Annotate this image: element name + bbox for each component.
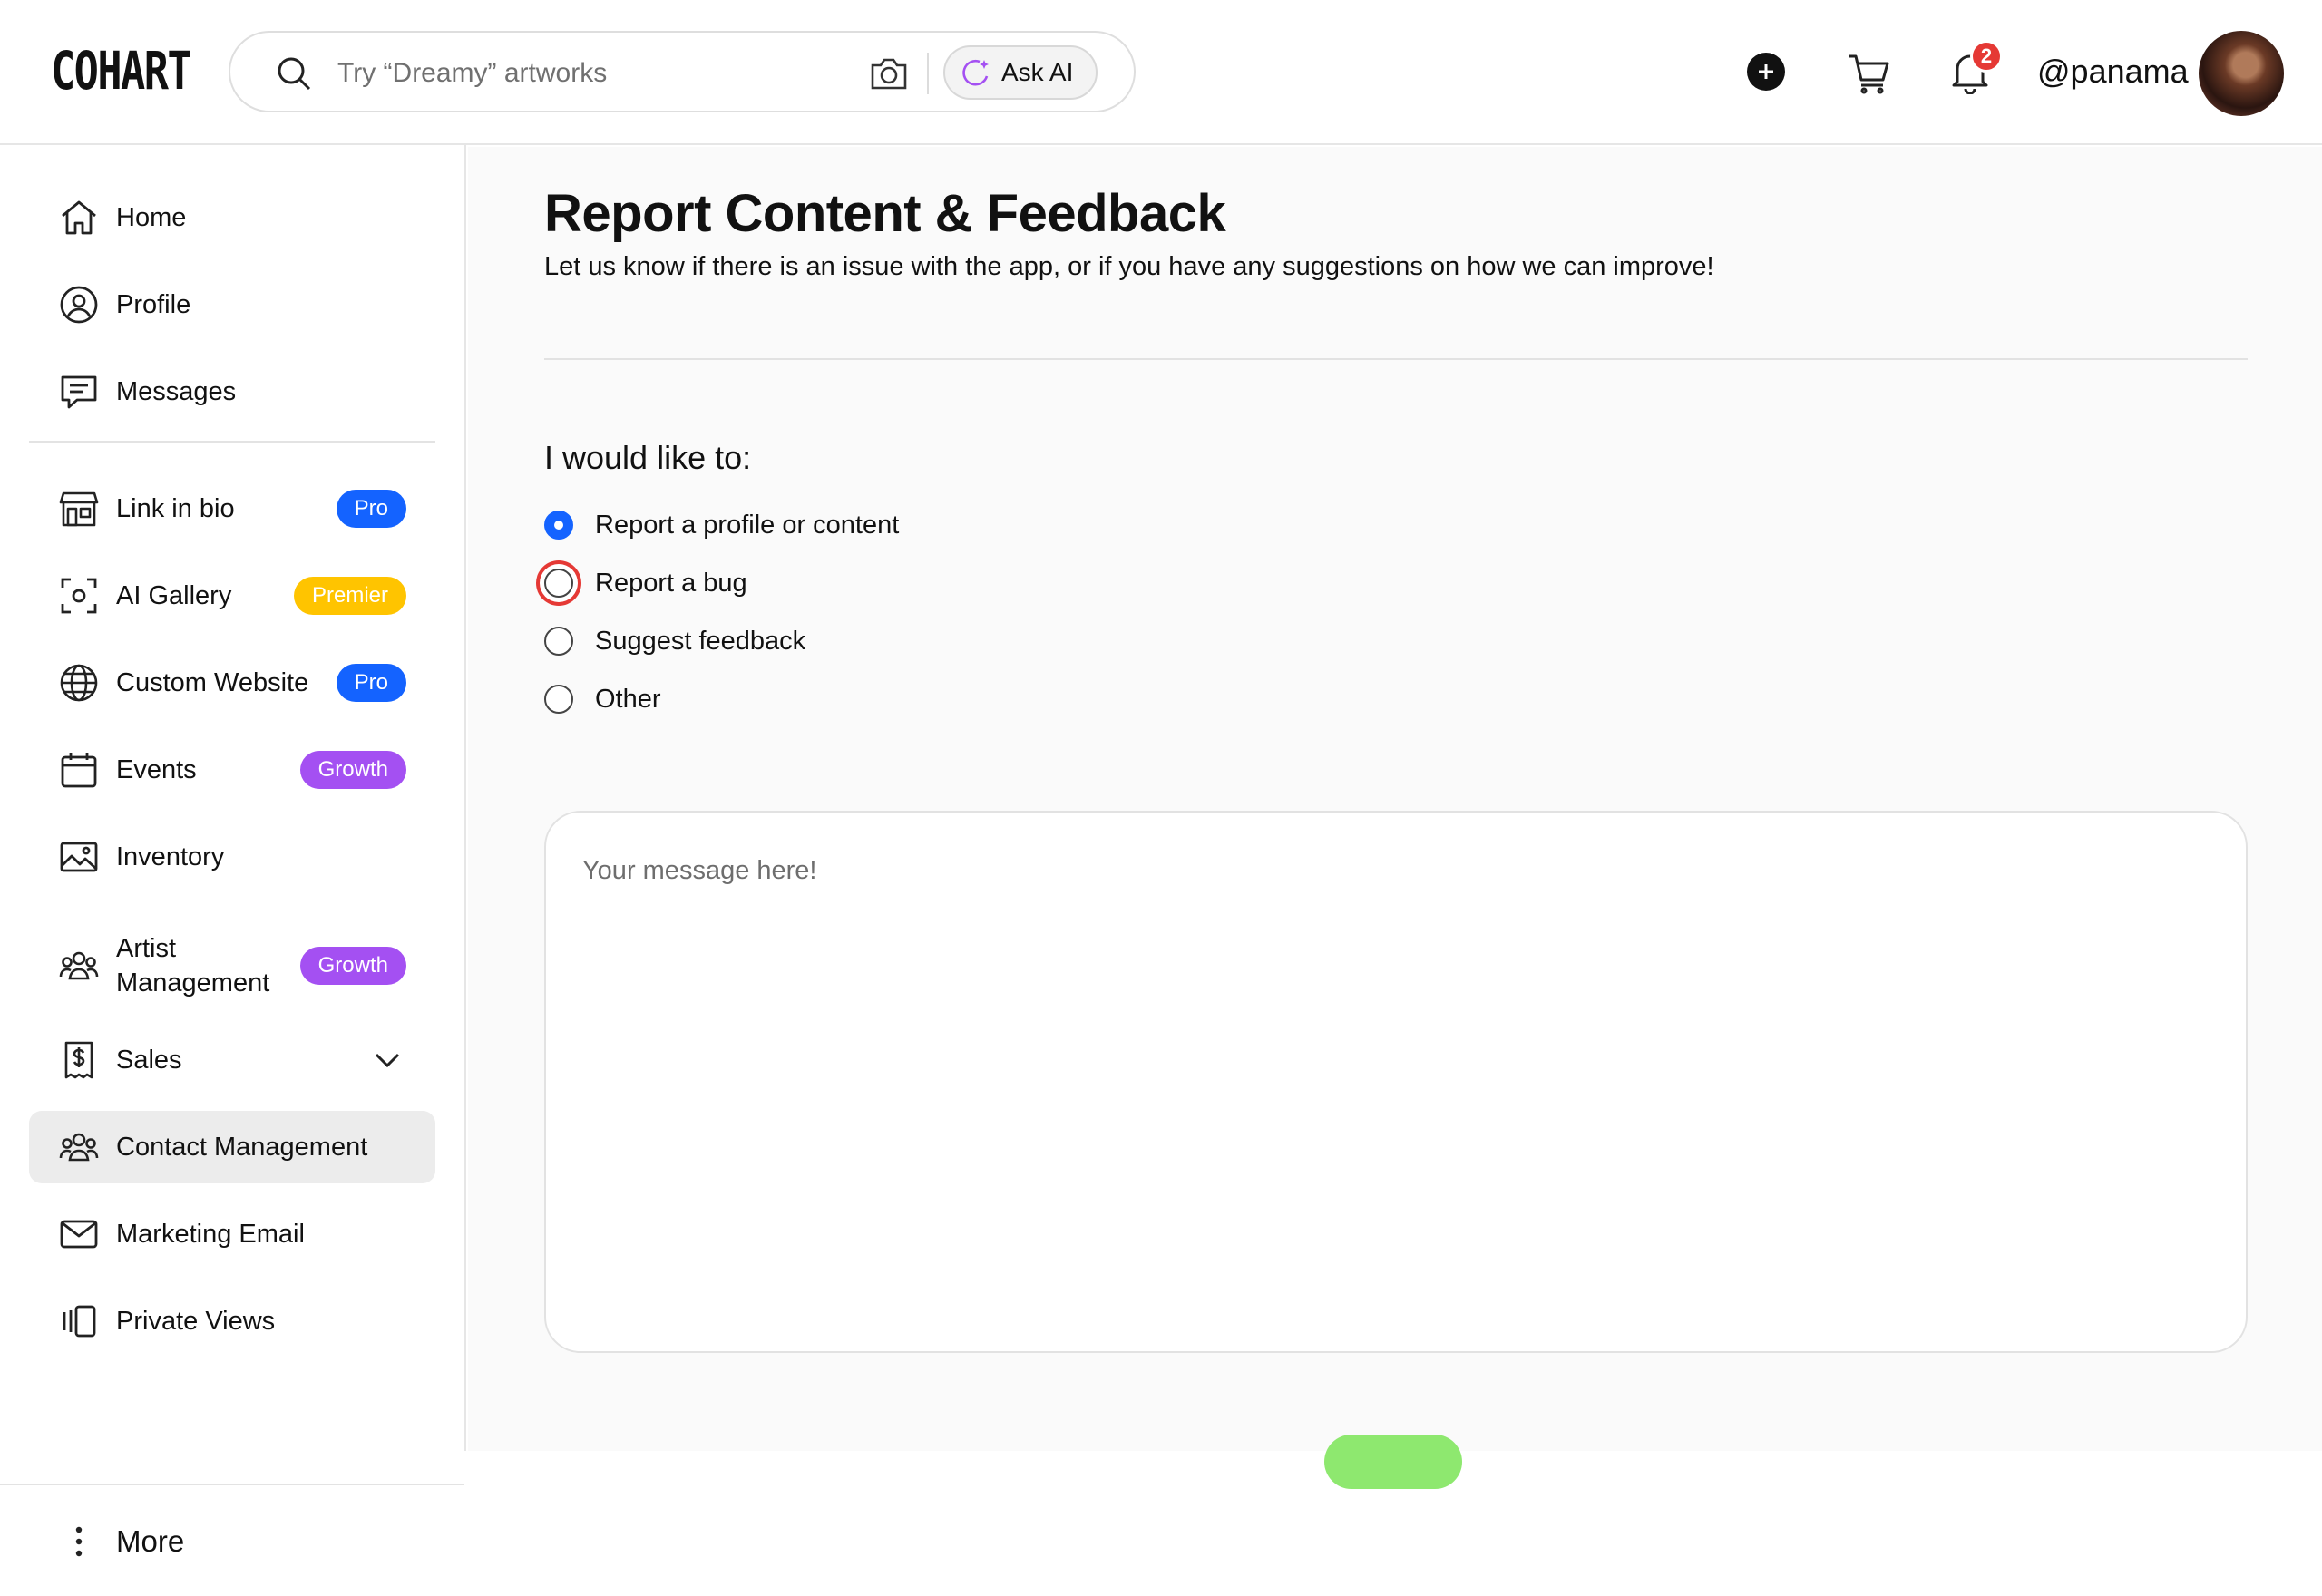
radio-option-suggest-feedback[interactable]: Suggest feedback bbox=[544, 618, 805, 664]
notification-badge: 2 bbox=[1970, 40, 2003, 73]
radio-button[interactable] bbox=[544, 569, 573, 598]
carousel-icon bbox=[58, 1300, 100, 1342]
sidebar-item-contact-management[interactable]: Contact Management bbox=[29, 1111, 435, 1183]
growth-badge: Growth bbox=[299, 751, 406, 789]
sidebar-item-label: Artist Management bbox=[116, 934, 270, 998]
search-icon bbox=[278, 57, 311, 91]
radio-label: Suggest feedback bbox=[595, 626, 806, 656]
sidebar-divider bbox=[29, 441, 435, 443]
sidebar-item-label: Private Views bbox=[116, 1307, 276, 1336]
sidebar-item-label: Sales bbox=[116, 1046, 182, 1075]
message-textarea[interactable] bbox=[544, 811, 2248, 1353]
pro-badge: Pro bbox=[336, 664, 406, 702]
create-button[interactable] bbox=[1747, 53, 1785, 91]
image-icon bbox=[58, 836, 100, 878]
plus-icon bbox=[1759, 64, 1773, 79]
mail-icon bbox=[58, 1213, 100, 1255]
calendar-icon bbox=[58, 749, 100, 791]
sidebar-item-more[interactable]: More bbox=[29, 1505, 435, 1578]
receipt-dollar-icon bbox=[58, 1039, 100, 1081]
page-title: Report Content & Feedback bbox=[544, 184, 1226, 243]
radio-option-other[interactable]: Other bbox=[544, 676, 661, 722]
sidebar-item-label: Marketing Email bbox=[116, 1220, 305, 1249]
sidebar-item-messages[interactable]: Messages bbox=[29, 355, 435, 428]
sidebar-item-label: Link in bio bbox=[116, 494, 235, 523]
sidebar-item-label: Home bbox=[116, 203, 187, 232]
ai-sparkle-icon bbox=[962, 59, 989, 86]
chat-icon bbox=[58, 371, 100, 413]
sidebar-item-label: Inventory bbox=[116, 842, 225, 871]
sidebar-item-private-views[interactable]: Private Views bbox=[29, 1285, 435, 1358]
pro-badge: Pro bbox=[336, 490, 406, 528]
cart-icon[interactable] bbox=[1847, 51, 1890, 94]
growth-badge: Growth bbox=[299, 947, 406, 985]
globe-icon bbox=[58, 662, 100, 704]
sidebar-item-artist-management[interactable]: Artist Management Growth bbox=[29, 922, 435, 1009]
section-divider bbox=[544, 358, 2248, 360]
search-bar[interactable]: Ask AI bbox=[229, 31, 1136, 112]
premier-badge: Premier bbox=[293, 577, 406, 615]
sidebar-item-ai-gallery[interactable]: AI Gallery Premier bbox=[29, 560, 435, 632]
sidebar-item-label: Profile bbox=[116, 290, 191, 319]
sidebar-item-custom-website[interactable]: Custom Website Pro bbox=[29, 647, 435, 719]
ask-ai-label: Ask AI bbox=[1001, 58, 1074, 86]
radio-label: Report a profile or content bbox=[595, 510, 900, 540]
home-icon bbox=[58, 197, 100, 238]
storefront-icon bbox=[58, 488, 100, 530]
chevron-down-icon[interactable] bbox=[372, 1045, 403, 1075]
submit-button[interactable] bbox=[1324, 1435, 1462, 1489]
cohart-logo[interactable]: COHART bbox=[51, 40, 192, 102]
sidebar-item-marketing-email[interactable]: Marketing Email bbox=[29, 1198, 435, 1270]
radio-option-report-profile[interactable]: Report a profile or content bbox=[544, 502, 899, 548]
users-icon bbox=[58, 1126, 100, 1168]
sidebar-item-label: More bbox=[116, 1524, 185, 1558]
question-label: I would like to: bbox=[544, 439, 752, 476]
sidebar-more-bar: More bbox=[0, 1484, 464, 1596]
radio-button[interactable] bbox=[544, 511, 573, 540]
sidebar-item-profile[interactable]: Profile bbox=[29, 268, 435, 341]
radio-option-report-bug[interactable]: Report a bug bbox=[544, 560, 747, 606]
sidebar: Home Profile Messages Link in bio Pro AI… bbox=[0, 145, 466, 1596]
sidebar-item-label: Messages bbox=[116, 377, 237, 406]
avatar[interactable] bbox=[2199, 31, 2284, 116]
sidebar-item-label: Events bbox=[116, 755, 197, 784]
username[interactable]: @panama bbox=[2037, 53, 2189, 91]
main-content: Report Content & Feedback Let us know if… bbox=[468, 147, 2322, 1489]
scan-icon bbox=[58, 575, 100, 617]
sidebar-item-sales[interactable]: Sales bbox=[29, 1024, 435, 1096]
radio-label: Report a bug bbox=[595, 568, 747, 598]
sidebar-item-link-in-bio[interactable]: Link in bio Pro bbox=[29, 472, 435, 545]
sidebar-item-label: Contact Management bbox=[116, 1133, 368, 1162]
sidebar-item-label: AI Gallery bbox=[116, 581, 232, 610]
user-circle-icon bbox=[58, 284, 100, 326]
sidebar-item-events[interactable]: Events Growth bbox=[29, 734, 435, 806]
sidebar-item-label: Custom Website bbox=[116, 668, 309, 697]
radio-button[interactable] bbox=[544, 627, 573, 656]
page-subtitle: Let us know if there is an issue with th… bbox=[544, 252, 1714, 281]
radio-label: Other bbox=[595, 684, 661, 714]
users-icon bbox=[58, 945, 100, 987]
ask-ai-button[interactable]: Ask AI bbox=[943, 45, 1098, 100]
top-header: COHART Ask AI 2 @panama bbox=[0, 0, 2322, 145]
sidebar-item-home[interactable]: Home bbox=[29, 181, 435, 254]
camera-icon[interactable] bbox=[869, 54, 909, 92]
radio-button[interactable] bbox=[544, 685, 573, 714]
sidebar-item-inventory[interactable]: Inventory bbox=[29, 821, 435, 893]
more-vertical-icon bbox=[58, 1521, 100, 1562]
search-separator bbox=[927, 53, 929, 94]
